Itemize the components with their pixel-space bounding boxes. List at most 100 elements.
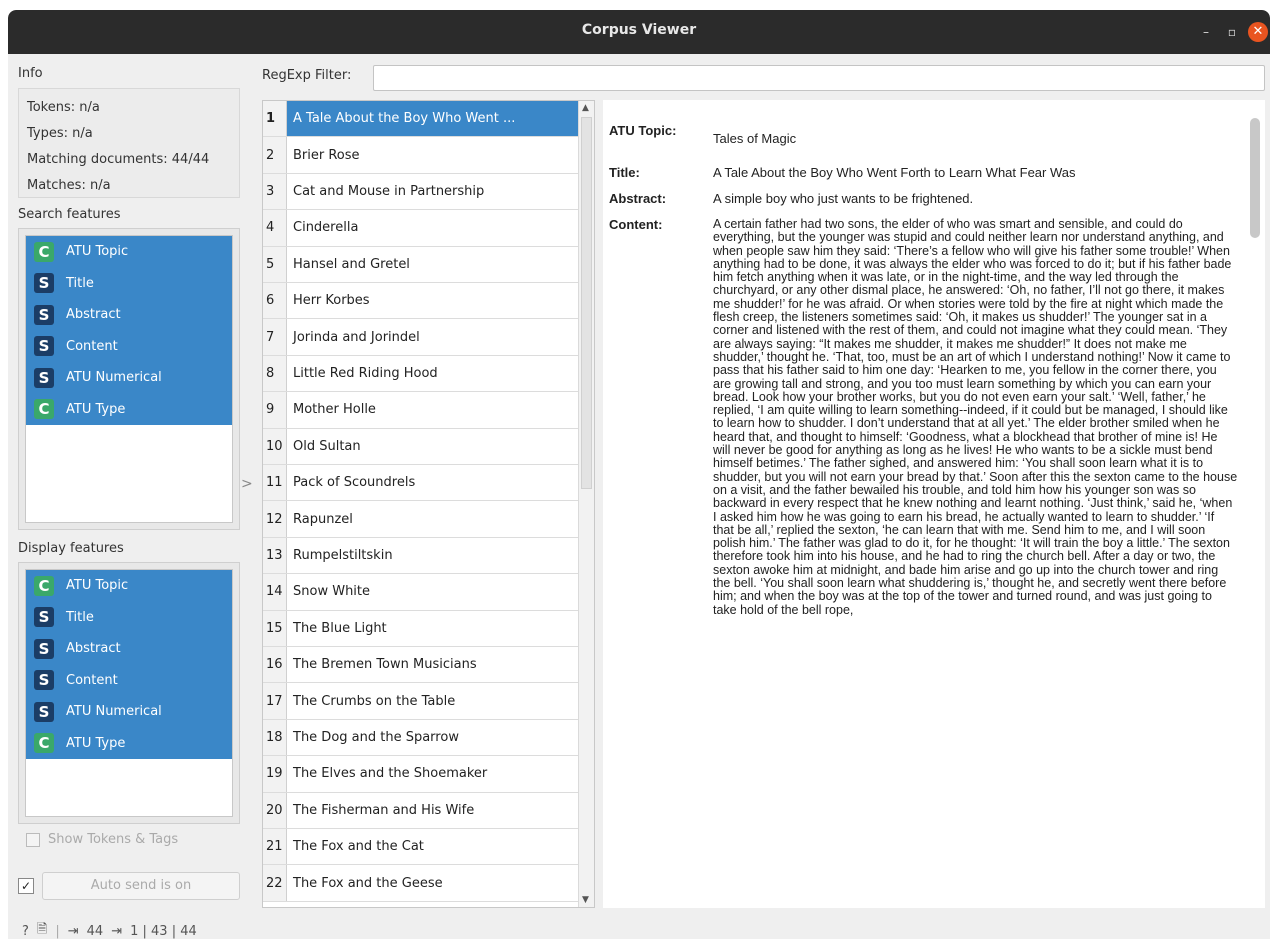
document-row[interactable]: 15 The Blue Light [263, 610, 579, 647]
document-title: Pack of Scoundrels [293, 475, 416, 491]
abstract-value: A simple boy who just wants to be fright… [713, 191, 974, 206]
minimize-icon[interactable]: – [1196, 22, 1216, 42]
document-title: The Blue Light [293, 620, 387, 636]
document-row[interactable]: 6 Herr Korbes [263, 283, 579, 320]
input-count: 44 [86, 923, 104, 939]
row-number: 15 [263, 610, 287, 646]
maximize-icon[interactable]: ▫ [1222, 22, 1242, 42]
string-icon: S [34, 607, 54, 628]
document-row[interactable]: 14 Snow White [263, 574, 579, 611]
separator: | [55, 923, 60, 939]
document-row[interactable]: 1A Tale About the Boy Who Went ... [263, 101, 579, 138]
feature-label: ATU Numerical [66, 370, 162, 386]
corpus-viewer-window: Corpus Viewer – ▫ ✕ Info Tokens: n/a Typ… [8, 10, 1270, 939]
document-title: Rapunzel [293, 511, 353, 527]
document-row[interactable]: 21 The Fox and the Cat [263, 829, 579, 866]
document-row[interactable]: 13 Rumpelstiltskin [263, 537, 579, 575]
search-features-box: C ATU Topic S Title S Abstract S Content S ATU Nu… [18, 228, 240, 530]
auto-send-button[interactable]: Auto send is on [42, 872, 240, 900]
output-counts: 1 | 43 | 44 [130, 923, 197, 939]
row-number: 7 [263, 319, 287, 355]
feature-item[interactable]: C ATU Topic [26, 236, 232, 268]
output-icon: ⇥ [111, 923, 123, 939]
feature-item[interactable]: S Content [26, 330, 232, 362]
show-tokens-row[interactable]: Show Tokens & Tags [26, 832, 178, 847]
show-tokens-checkbox[interactable] [26, 832, 40, 847]
regexp-filter-label: RegExp Filter: [262, 68, 352, 83]
document-row[interactable]: 3 Cat and Mouse in Partnership [263, 173, 579, 211]
feature-item[interactable]: C ATU Type [26, 393, 232, 425]
feature-label: ATU Topic [66, 578, 129, 594]
document-title: The Bremen Town Musicians [293, 657, 477, 673]
document-title: The Crumbs on the Table [293, 693, 456, 709]
row-number: 19 [263, 756, 287, 792]
document-row[interactable]: 2 Brier Rose [263, 137, 579, 174]
document-row[interactable]: 4 Cinderella [263, 210, 579, 247]
content-value: A certain father had two sons, the elder… [713, 217, 1238, 617]
document-row[interactable]: 10 Old Sultan [263, 428, 579, 465]
search-features-list[interactable]: C ATU Topic S Title S Abstract S Content S ATU Nu… [25, 235, 233, 523]
content-scrollbar-thumb[interactable] [1250, 118, 1260, 238]
feature-label: ATU Type [66, 401, 126, 417]
document-title: Old Sultan [293, 438, 361, 454]
scrollbar-thumb[interactable] [581, 117, 592, 489]
auto-send-checkbox[interactable]: ✓ [18, 878, 34, 894]
document-row[interactable]: 12 Rapunzel [263, 501, 579, 538]
feature-item[interactable]: C ATU Topic [26, 570, 232, 602]
row-number: 8 [263, 355, 287, 392]
document-row[interactable]: 22 The Fox and the Geese [263, 865, 579, 902]
display-features-list[interactable]: C ATU Topic S Title S Abstract S Content S ATU Nu… [25, 569, 233, 817]
scroll-down-icon[interactable]: ▼ [582, 895, 589, 905]
feature-label: Title [66, 609, 94, 625]
document-title: A Tale About the Boy Who Went ... [287, 101, 579, 137]
string-icon: S [34, 304, 54, 325]
document-title: The Fisherman and His Wife [293, 802, 475, 818]
row-number: 22 [263, 865, 287, 901]
search-features-label: Search features [18, 207, 121, 222]
scroll-up-icon[interactable]: ▲ [582, 103, 589, 113]
document-row[interactable]: 9 Mother Holle [263, 392, 579, 429]
row-number: 2 [263, 137, 287, 173]
show-tokens-label: Show Tokens & Tags [48, 832, 179, 847]
content-key: Content: [609, 217, 663, 232]
document-row[interactable]: 16 The Bremen Town Musicians [263, 647, 579, 684]
feature-item[interactable]: S Abstract [26, 299, 232, 331]
row-number: 17 [263, 683, 287, 719]
string-icon: S [34, 336, 54, 357]
row-number: 20 [263, 792, 287, 828]
content-scrollbar[interactable] [1248, 100, 1262, 908]
document-row[interactable]: 11 Pack of Scoundrels [263, 465, 579, 502]
window-title: Corpus Viewer [581, 22, 697, 38]
document-row[interactable]: 19 The Elves and the Shoemaker [263, 756, 579, 793]
feature-item[interactable]: S Title [26, 601, 232, 633]
regexp-filter-input[interactable] [373, 65, 1265, 91]
document-title: Snow White [293, 584, 371, 600]
categorical-icon: C [34, 241, 54, 262]
close-icon[interactable]: ✕ [1248, 22, 1268, 42]
document-row[interactable]: 18 The Dog and the Sparrow [263, 719, 579, 757]
feature-item[interactable]: S Content [26, 664, 232, 696]
document-title: The Elves and the Shoemaker [293, 766, 488, 782]
document-row[interactable]: 20 The Fisherman and His Wife [263, 792, 579, 829]
row-number: 14 [263, 574, 287, 610]
feature-item[interactable]: S Abstract [26, 633, 232, 665]
feature-item[interactable]: S ATU Numerical [26, 362, 232, 394]
info-label: Info [18, 66, 43, 81]
document-list[interactable]: 22 The Fox and the Geese 21 The Fox and the… [262, 100, 595, 908]
title-key: Title: [609, 165, 640, 180]
feature-label: Abstract [66, 307, 121, 323]
tokens-text: Tokens: n/a [27, 100, 100, 115]
report-icon[interactable]: 🗎 [37, 920, 47, 939]
feature-item[interactable]: S ATU Numerical [26, 696, 232, 728]
document-row[interactable]: 5 Hansel and Gretel [263, 246, 579, 283]
document-row[interactable]: 8 Little Red Riding Hood [263, 355, 579, 393]
display-features-label: Display features [18, 541, 124, 556]
feature-item[interactable]: S Title [26, 267, 232, 299]
feature-label: ATU Numerical [66, 704, 162, 720]
document-title: Brier Rose [293, 147, 360, 163]
feature-item[interactable]: C ATU Type [26, 727, 232, 759]
document-list-scrollbar[interactable]: ▲ ▼ [578, 101, 594, 907]
document-row[interactable]: 17 The Crumbs on the Table [263, 683, 579, 720]
document-row[interactable]: 7 Jorinda and Jorindel [263, 319, 579, 356]
help-icon[interactable]: ? [22, 924, 29, 939]
